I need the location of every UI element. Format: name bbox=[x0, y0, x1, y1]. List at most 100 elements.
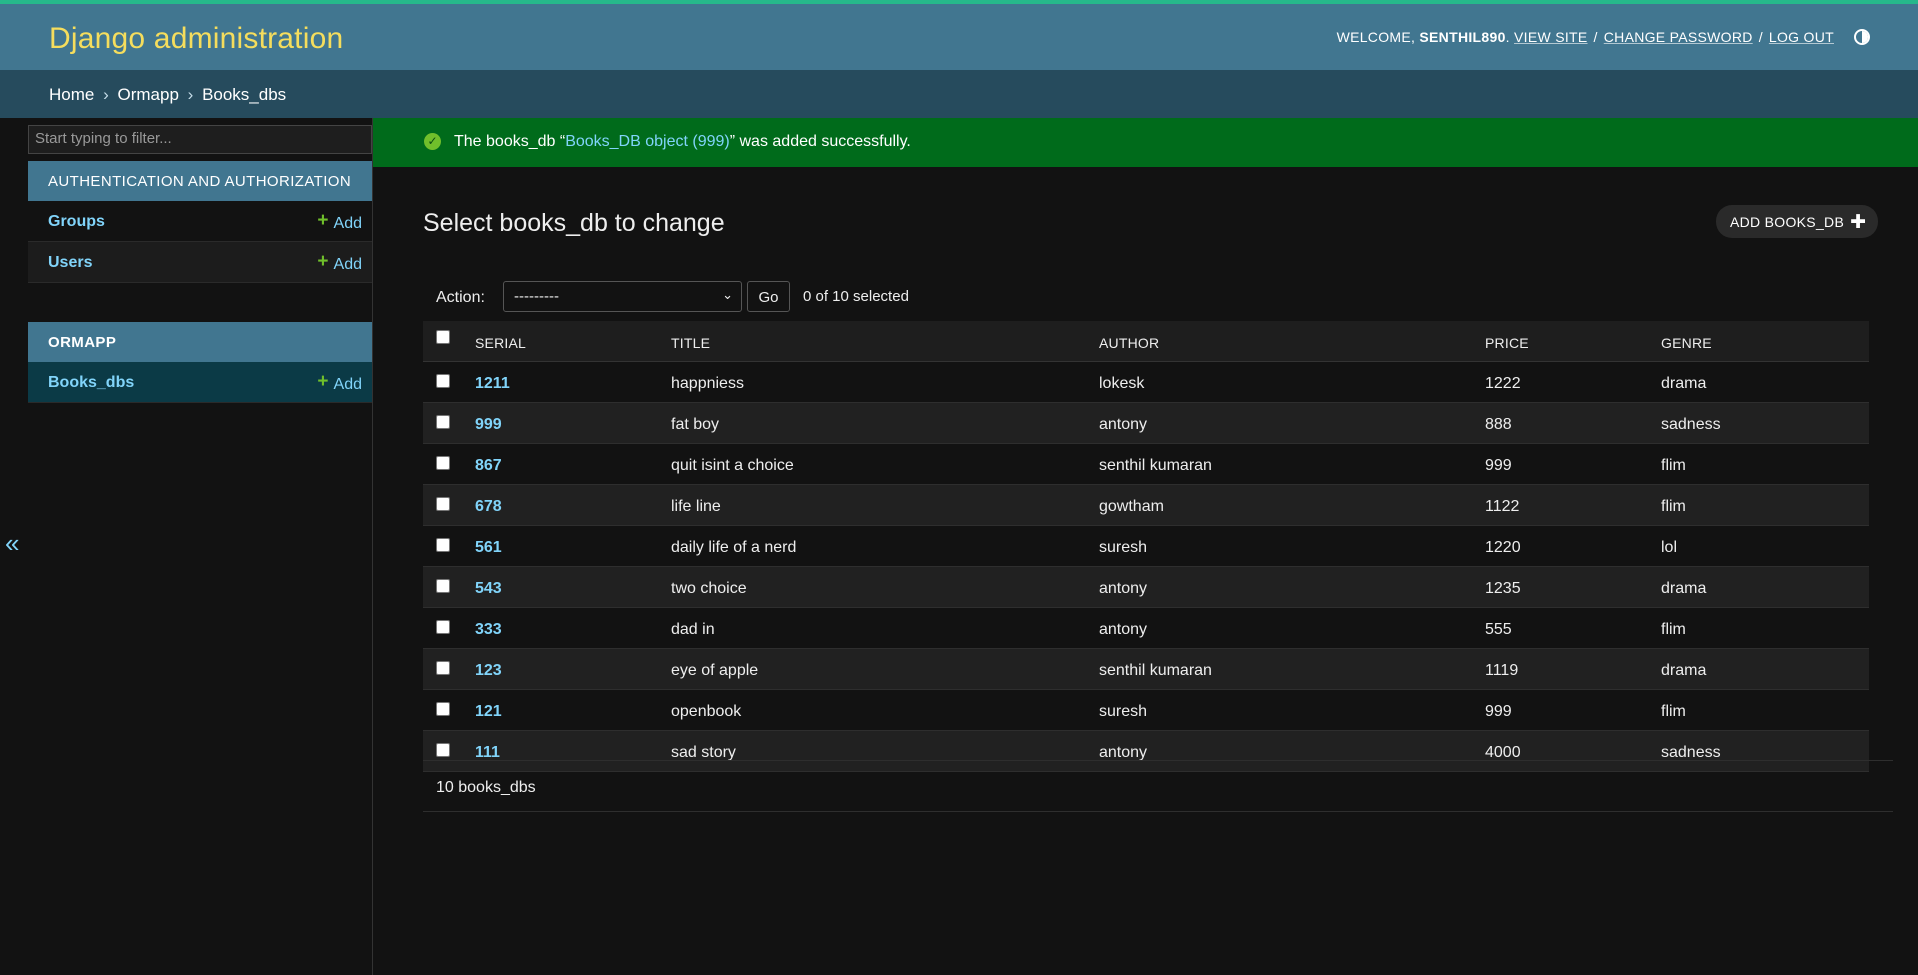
serial-link[interactable]: 1211 bbox=[475, 375, 510, 393]
serial-link[interactable]: 121 bbox=[475, 703, 502, 721]
serial-link[interactable]: 678 bbox=[475, 498, 502, 516]
row-checkbox[interactable] bbox=[436, 538, 450, 552]
serial-link[interactable]: 333 bbox=[475, 621, 502, 639]
change-password-link[interactable]: CHANGE PASSWORD bbox=[1604, 29, 1753, 45]
genre-cell: sadness bbox=[1661, 416, 1721, 433]
author-cell: lokesk bbox=[1099, 375, 1145, 392]
title-cell: fat boy bbox=[671, 416, 720, 433]
add-label: Add bbox=[333, 256, 362, 273]
column-header-serial[interactable]: SERIAL bbox=[475, 335, 526, 351]
serial-link[interactable]: 123 bbox=[475, 662, 502, 680]
column-header-title[interactable]: TITLE bbox=[671, 335, 710, 351]
chevron-down-icon: ⌄ bbox=[722, 287, 733, 302]
double-chevron-left-icon: « bbox=[5, 528, 20, 558]
sidebar-item-books-dbs: Books_dbs + Add bbox=[28, 362, 372, 403]
row-checkbox[interactable] bbox=[436, 661, 450, 675]
page-title: Select books_db to change bbox=[423, 209, 725, 237]
row-checkbox[interactable] bbox=[436, 579, 450, 593]
plus-icon: + bbox=[317, 251, 329, 272]
app-caption-auth[interactable]: AUTHENTICATION AND AUTHORIZATION bbox=[28, 161, 372, 201]
row-checkbox[interactable] bbox=[436, 374, 450, 388]
row-checkbox[interactable] bbox=[436, 702, 450, 716]
price-cell: 1235 bbox=[1485, 580, 1521, 597]
author-cell: senthil kumaran bbox=[1099, 457, 1212, 474]
title-cell: eye of apple bbox=[671, 662, 759, 679]
table-row: 561 daily life of a nerd suresh 1220 lol bbox=[423, 526, 1869, 567]
nav-filter-input[interactable]: Start typing to filter... bbox=[28, 125, 372, 154]
row-checkbox[interactable] bbox=[436, 497, 450, 511]
log-out-link[interactable]: LOG OUT bbox=[1769, 29, 1834, 45]
message-suffix: ” was added successfully. bbox=[729, 133, 911, 150]
row-checkbox[interactable] bbox=[436, 456, 450, 470]
title-cell: daily life of a nerd bbox=[671, 539, 797, 556]
username: SENTHIL890 bbox=[1419, 29, 1506, 45]
row-checkbox[interactable] bbox=[436, 415, 450, 429]
add-label: Add bbox=[333, 215, 362, 232]
author-cell: antony bbox=[1099, 580, 1148, 597]
serial-link[interactable]: 543 bbox=[475, 580, 502, 598]
genre-cell: flim bbox=[1661, 621, 1686, 638]
price-cell: 1220 bbox=[1485, 539, 1521, 556]
sidebar-item-label[interactable]: Books_dbs bbox=[48, 374, 134, 392]
add-groups-link[interactable]: + Add bbox=[317, 210, 362, 234]
select-all-checkbox[interactable] bbox=[436, 330, 450, 344]
sidebar-item-label[interactable]: Groups bbox=[48, 213, 105, 231]
table-row: 678 life line gowtham 1122 flim bbox=[423, 485, 1869, 526]
genre-cell: drama bbox=[1661, 662, 1707, 679]
title-cell: openbook bbox=[671, 703, 742, 720]
title-cell: two choice bbox=[671, 580, 747, 597]
user-tools: WELCOME, SENTHIL890. VIEW SITE / CHANGE … bbox=[1337, 29, 1870, 45]
sidebar-item-groups: Groups + Add bbox=[28, 201, 372, 242]
column-header-author[interactable]: AUTHOR bbox=[1099, 335, 1159, 351]
price-cell: 1222 bbox=[1485, 375, 1521, 392]
sidebar-item-label[interactable]: Users bbox=[48, 254, 92, 272]
go-button[interactable]: Go bbox=[747, 281, 790, 312]
price-cell: 1119 bbox=[1485, 662, 1519, 679]
serial-link[interactable]: 999 bbox=[475, 416, 502, 434]
site-name[interactable]: Django administration bbox=[49, 22, 343, 56]
author-cell: gowtham bbox=[1099, 498, 1164, 515]
author-cell: senthil kumaran bbox=[1099, 662, 1212, 679]
breadcrumb-separator: › bbox=[187, 85, 194, 104]
action-select[interactable]: --------- ⌄ bbox=[503, 281, 742, 312]
table-row: 121 openbook suresh 999 flim bbox=[423, 690, 1869, 731]
action-select-value: --------- bbox=[514, 288, 559, 305]
add-books-db-button[interactable]: ADD BOOKS_DB ✚ bbox=[1716, 205, 1879, 238]
genre-cell: lol bbox=[1661, 539, 1678, 556]
main-content: ✓ The books_db “Books_DB object (999)” w… bbox=[373, 118, 1918, 975]
breadcrumb-ormapp[interactable]: Ormapp bbox=[118, 85, 179, 104]
column-header-price[interactable]: PRICE bbox=[1485, 335, 1529, 351]
theme-toggle-icon[interactable] bbox=[1854, 29, 1870, 45]
view-site-link[interactable]: VIEW SITE bbox=[1514, 29, 1588, 45]
plus-icon: + bbox=[317, 371, 329, 392]
genre-cell: flim bbox=[1661, 498, 1686, 515]
message-prefix: The books_db “ bbox=[454, 133, 566, 150]
row-checkbox[interactable] bbox=[436, 743, 450, 757]
add-label: Add bbox=[333, 376, 362, 393]
success-message: ✓ The books_db “Books_DB object (999)” w… bbox=[373, 118, 1918, 167]
table-row: 999 fat boy antony 888 sadness bbox=[423, 403, 1869, 444]
table-row: 123 eye of apple senthil kumaran 1119 drama bbox=[423, 649, 1869, 690]
result-table: SERIAL TITLE AUTHOR PRICE GENRE 1211 happ… bbox=[423, 321, 1869, 772]
plus-icon: + bbox=[317, 210, 329, 231]
sidebar-toggle-button[interactable]: « bbox=[0, 118, 28, 975]
table-row: 543 two choice antony 1235 drama bbox=[423, 567, 1869, 608]
serial-link[interactable]: 561 bbox=[475, 539, 502, 557]
genre-cell: flim bbox=[1661, 703, 1686, 720]
site-header: Django administration WELCOME, SENTHIL89… bbox=[0, 0, 1918, 70]
message-object-link[interactable]: Books_DB object (999) bbox=[565, 133, 730, 150]
breadcrumb-home[interactable]: Home bbox=[49, 85, 94, 104]
nav-sidebar: Start typing to filter... AUTHENTICATION… bbox=[28, 118, 373, 975]
separator: / bbox=[1593, 29, 1598, 45]
column-header-genre[interactable]: GENRE bbox=[1661, 335, 1712, 351]
add-users-link[interactable]: + Add bbox=[317, 251, 362, 275]
separator: / bbox=[1758, 29, 1763, 45]
plus-icon: ✚ bbox=[1850, 212, 1867, 233]
serial-link[interactable]: 867 bbox=[475, 457, 502, 475]
add-books-dbs-link[interactable]: + Add bbox=[317, 371, 362, 395]
app-caption-ormapp[interactable]: ORMAPP bbox=[28, 322, 372, 362]
author-cell: suresh bbox=[1099, 703, 1148, 720]
row-checkbox[interactable] bbox=[436, 620, 450, 634]
genre-cell: drama bbox=[1661, 375, 1707, 392]
breadcrumb-separator: › bbox=[103, 85, 109, 104]
